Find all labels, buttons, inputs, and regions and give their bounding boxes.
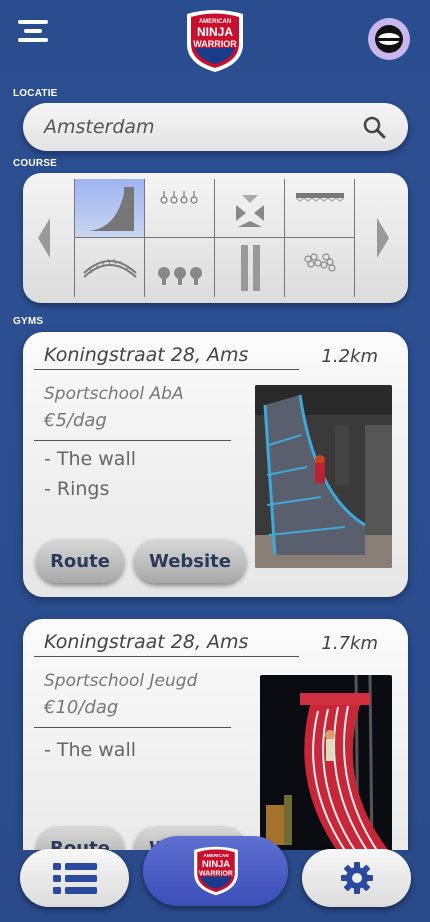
location-label: LOCATIE [13,88,58,99]
obstacle-cliffhanger[interactable] [285,179,355,238]
obstacle-ring-toss[interactable] [145,179,215,238]
course-selector [23,173,408,303]
cliffhanger-icon [295,193,345,202]
chevron-left-icon[interactable] [37,218,51,258]
obstacle-warped-wall[interactable] [75,179,145,238]
obstacle-grid [74,179,355,297]
svg-text:AMERICAN: AMERICAN [203,853,229,858]
gym-feature: - The wall [44,448,137,470]
route-button[interactable]: Route [36,539,124,583]
obstacle-floating-steps[interactable] [215,179,285,238]
hamburger-menu-icon[interactable] [14,18,52,44]
gym-card[interactable]: Koningstraat 28, Ams 1.2km Sportschool A… [23,332,408,597]
gym-distance: 1.7km [321,633,378,654]
obstacle-rope-bridge[interactable] [75,238,145,297]
gym-address: Koningstraat 28, Ams [44,344,249,366]
divider [34,369,299,370]
gym-name: Sportschool AbA [44,384,184,404]
svg-text:NINJA: NINJA [197,25,233,39]
spinning-balls-icon [157,266,202,285]
home-button[interactable]: AMERICAN NINJA WARRIOR [143,836,288,906]
ninja-warrior-logo-icon: AMERICAN NINJA WARRIOR [193,846,238,896]
gym-feature: - The wall [44,739,137,761]
gyms-label: GYMS [13,316,44,327]
settings-button[interactable] [302,849,411,907]
divider [34,727,231,728]
divider [34,440,231,441]
gym-address: Koningstraat 28, Ams [44,631,249,653]
svg-text:NINJA: NINJA [201,859,229,869]
ring-toss-icon [159,191,198,204]
gym-distance: 1.2km [321,346,378,367]
floating-steps-icon [235,195,264,227]
svg-text:WARRIOR: WARRIOR [199,871,233,878]
divider [34,656,299,657]
location-value: Amsterdam [44,116,155,138]
rope-bridge-icon [82,258,137,278]
warped-wall-icon [87,187,134,231]
location-search-input[interactable]: Amsterdam [23,103,408,151]
gear-icon [340,862,373,894]
chevron-right-icon[interactable] [376,218,390,258]
website-button[interactable]: Website [134,539,246,583]
gym-name: Sportschool Jeugd [44,671,198,691]
course-label: COURSE [13,158,57,169]
pillars-icon [240,244,260,291]
gym-price: €5/dag [44,410,107,431]
gym-feature: - Rings [44,478,110,500]
obstacle-quintuple-steps[interactable] [145,238,215,297]
hanging-balls-icon [304,252,336,272]
obstacle-pillars[interactable] [215,238,285,297]
list-icon [52,863,97,894]
gym-price: €10/dag [44,697,119,718]
obstacle-cannonball-alley[interactable] [285,238,355,297]
svg-text:WARRIOR: WARRIOR [193,39,237,49]
search-icon[interactable] [362,115,386,139]
list-view-button[interactable] [20,849,129,907]
gym-photo [260,675,392,855]
gym-photo [255,385,392,568]
ninja-warrior-logo: AMERICAN NINJA WARRIOR [183,8,247,74]
top-bar: AMERICAN NINJA WARRIOR [0,0,430,80]
ninja-avatar-icon[interactable] [368,18,410,60]
